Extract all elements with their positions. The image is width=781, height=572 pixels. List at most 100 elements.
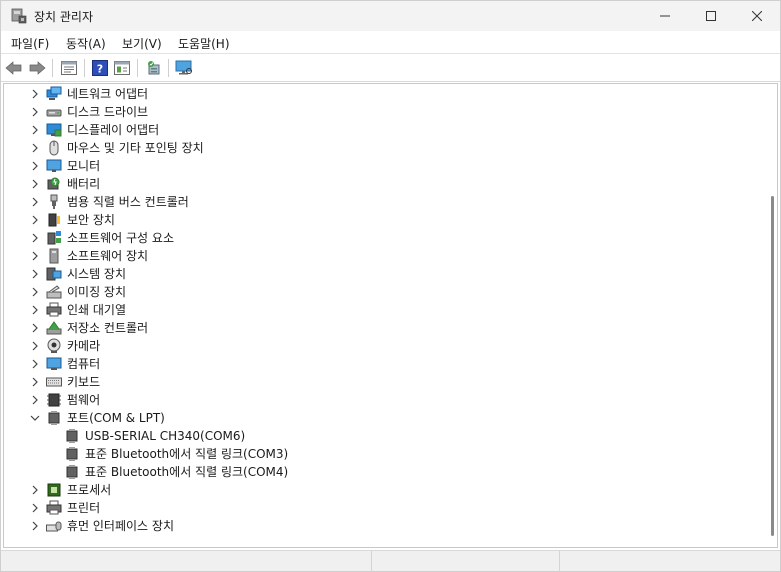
menu-help[interactable]: 도움말(H) bbox=[178, 35, 230, 52]
chevron-right-icon[interactable] bbox=[29, 304, 41, 316]
status-bar bbox=[1, 550, 780, 572]
tree-node-label: 표준 Bluetooth에서 직렬 링크(COM4) bbox=[85, 465, 289, 479]
computer-icon bbox=[46, 356, 62, 372]
tree-node-label: 네트워크 어댑터 bbox=[67, 87, 149, 101]
battery-icon bbox=[46, 176, 62, 192]
tree-node-network-adapter[interactable]: 네트워크 어댑터 bbox=[4, 85, 769, 103]
toolbar-separator bbox=[52, 59, 53, 77]
tree-node-hid[interactable]: 휴먼 인터페이스 장치 bbox=[4, 517, 769, 535]
svg-text:?: ? bbox=[97, 63, 103, 76]
device-manager-icon bbox=[11, 8, 27, 24]
monitor-icon bbox=[46, 158, 62, 174]
scrollbar-thumb[interactable] bbox=[771, 196, 774, 536]
tree-node-label: 시스템 장치 bbox=[67, 267, 127, 281]
minimize-button[interactable] bbox=[642, 1, 688, 31]
tree-node-software-component[interactable]: 소프트웨어 구성 요소 bbox=[4, 229, 769, 247]
device-tree[interactable]: 네트워크 어댑터 디스크 드라이브 디스플레이 어댑터 마우스 및 기타 포인팅… bbox=[3, 83, 778, 548]
software-device-icon bbox=[46, 248, 62, 264]
vertical-scrollbar[interactable] bbox=[768, 84, 777, 547]
tree-node-label: 디스플레이 어댑터 bbox=[67, 123, 160, 137]
software-component-icon bbox=[46, 230, 62, 246]
tree-node-label: 컴퓨터 bbox=[67, 357, 101, 371]
menu-view[interactable]: 보기(V) bbox=[122, 35, 162, 52]
back-arrow-icon[interactable] bbox=[5, 59, 23, 77]
scan-hardware-icon[interactable] bbox=[175, 59, 193, 77]
chevron-right-icon[interactable] bbox=[29, 178, 41, 190]
status-pane bbox=[559, 551, 560, 572]
minimize-icon bbox=[660, 15, 670, 17]
tree-node-label: 모니터 bbox=[67, 159, 101, 173]
tree-node-imaging-device[interactable]: 이미징 장치 bbox=[4, 283, 769, 301]
port-icon bbox=[64, 428, 80, 444]
tree-node-computer[interactable]: 컴퓨터 bbox=[4, 355, 769, 373]
chevron-right-icon[interactable] bbox=[29, 232, 41, 244]
menu-file[interactable]: 파일(F) bbox=[11, 35, 49, 52]
tree-node-system-device[interactable]: 시스템 장치 bbox=[4, 265, 769, 283]
chevron-right-icon[interactable] bbox=[29, 502, 41, 514]
firmware-icon bbox=[46, 392, 62, 408]
update-driver-icon[interactable] bbox=[145, 59, 163, 77]
chevron-down-icon[interactable] bbox=[29, 412, 41, 424]
chevron-right-icon[interactable] bbox=[29, 88, 41, 100]
chevron-right-icon[interactable] bbox=[29, 340, 41, 352]
tree-node-port-com4[interactable]: 표준 Bluetooth에서 직렬 링크(COM4) bbox=[4, 463, 769, 481]
menu-action[interactable]: 동작(A) bbox=[66, 35, 106, 52]
chevron-right-icon[interactable] bbox=[29, 124, 41, 136]
tree-node-processor[interactable]: 프로세서 bbox=[4, 481, 769, 499]
help-icon[interactable]: ? bbox=[91, 59, 109, 77]
close-icon bbox=[752, 11, 762, 21]
tree-node-software-device[interactable]: 소프트웨어 장치 bbox=[4, 247, 769, 265]
toolbar-separator bbox=[84, 59, 85, 77]
chevron-right-icon[interactable] bbox=[29, 142, 41, 154]
toolbar: ? bbox=[1, 54, 780, 82]
maximize-button[interactable] bbox=[688, 1, 734, 31]
disk-drive-icon bbox=[46, 104, 62, 120]
tree-node-label: 표준 Bluetooth에서 직렬 링크(COM3) bbox=[85, 447, 289, 461]
title-bar[interactable]: 장치 관리자 bbox=[1, 1, 780, 31]
chevron-right-icon[interactable] bbox=[29, 286, 41, 298]
status-pane bbox=[371, 551, 372, 572]
tree-node-label: 포트(COM & LPT) bbox=[67, 411, 165, 425]
tree-node-label: 프로세서 bbox=[67, 483, 112, 497]
chevron-right-icon[interactable] bbox=[29, 394, 41, 406]
chevron-right-icon[interactable] bbox=[29, 268, 41, 280]
chevron-right-icon[interactable] bbox=[29, 106, 41, 118]
chevron-right-icon[interactable] bbox=[29, 214, 41, 226]
tree-node-camera[interactable]: 카메라 bbox=[4, 337, 769, 355]
chevron-right-icon[interactable] bbox=[29, 520, 41, 532]
chevron-right-icon[interactable] bbox=[29, 322, 41, 334]
tree-node-firmware[interactable]: 펌웨어 bbox=[4, 391, 769, 409]
chevron-right-icon[interactable] bbox=[29, 484, 41, 496]
chevron-right-icon[interactable] bbox=[29, 250, 41, 262]
chevron-right-icon[interactable] bbox=[29, 160, 41, 172]
chevron-right-icon[interactable] bbox=[29, 376, 41, 388]
tree-node-keyboard[interactable]: 키보드 bbox=[4, 373, 769, 391]
tree-node-mouse[interactable]: 마우스 및 기타 포인팅 장치 bbox=[4, 139, 769, 157]
chevron-right-icon[interactable] bbox=[29, 358, 41, 370]
chevron-right-icon[interactable] bbox=[29, 196, 41, 208]
maximize-icon bbox=[706, 11, 716, 21]
security-device-icon bbox=[46, 212, 62, 228]
tree-node-print-queue[interactable]: 인쇄 대기열 bbox=[4, 301, 769, 319]
tree-node-display-adapter[interactable]: 디스플레이 어댑터 bbox=[4, 121, 769, 139]
tree-node-port-com6[interactable]: USB-SERIAL CH340(COM6) bbox=[4, 427, 769, 445]
tree-node-battery[interactable]: 배터리 bbox=[4, 175, 769, 193]
camera-icon bbox=[46, 338, 62, 354]
show-hidden-icon[interactable] bbox=[113, 59, 131, 77]
tree-node-storage-controller[interactable]: 저장소 컨트롤러 bbox=[4, 319, 769, 337]
tree-node-usb-controller[interactable]: 범용 직렬 버스 컨트롤러 bbox=[4, 193, 769, 211]
tree-node-label: 프린터 bbox=[67, 501, 101, 515]
close-button[interactable] bbox=[734, 1, 780, 31]
tree-node-label: 디스크 드라이브 bbox=[67, 105, 149, 119]
printer-icon bbox=[46, 500, 62, 516]
window-title: 장치 관리자 bbox=[34, 10, 94, 24]
tree-node-ports[interactable]: 포트(COM & LPT) bbox=[4, 409, 769, 427]
tree-node-printer[interactable]: 프린터 bbox=[4, 499, 769, 517]
tree-node-security-device[interactable]: 보안 장치 bbox=[4, 211, 769, 229]
tree-node-label: 펌웨어 bbox=[67, 393, 101, 407]
tree-node-monitor[interactable]: 모니터 bbox=[4, 157, 769, 175]
properties-icon[interactable] bbox=[60, 59, 78, 77]
tree-node-disk-drive[interactable]: 디스크 드라이브 bbox=[4, 103, 769, 121]
forward-arrow-icon[interactable] bbox=[28, 59, 46, 77]
tree-node-port-com3[interactable]: 표준 Bluetooth에서 직렬 링크(COM3) bbox=[4, 445, 769, 463]
